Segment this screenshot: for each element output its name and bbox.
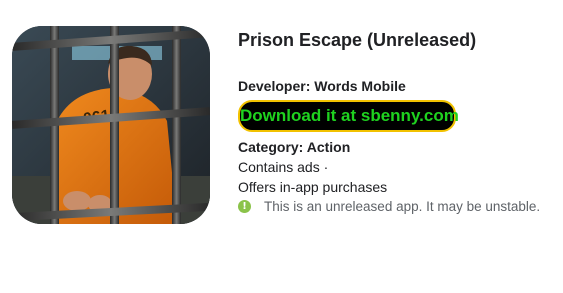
info-icon: !	[238, 200, 251, 213]
purchases-label: Offers in-app purchases	[238, 179, 388, 195]
app-icon: 0612	[12, 26, 210, 224]
ads-label: Contains ads ·	[238, 159, 329, 175]
category-label[interactable]: Category: Action	[238, 139, 350, 155]
download-button[interactable]: Download it at sbenny.com	[238, 100, 459, 132]
unreleased-notice: ! This is an unreleased app. It may be u…	[238, 199, 540, 214]
notice-text: This is an unreleased app. It may be uns…	[264, 199, 541, 214]
developer-label[interactable]: Developer: Words Mobile	[238, 78, 406, 94]
app-title: Prison Escape (Unreleased)	[238, 30, 477, 50]
